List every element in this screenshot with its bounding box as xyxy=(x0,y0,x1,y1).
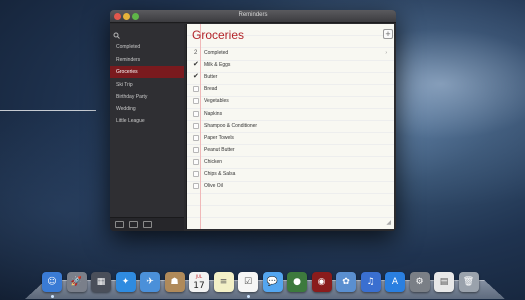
sidebar: Completed Reminders Groceries Ski Trip B… xyxy=(110,24,184,231)
system-preferences-icon[interactable]: ⚙ xyxy=(409,272,430,292)
list-item[interactable]: Peanut Butter xyxy=(187,144,395,156)
checkbox[interactable] xyxy=(193,171,199,177)
checkbox[interactable] xyxy=(193,159,199,165)
list-item-label: Butter xyxy=(204,74,218,80)
view-toggle-icon[interactable] xyxy=(129,221,138,228)
calendar-icon-day: 17 xyxy=(193,281,205,291)
checkmark-icon[interactable]: ✔ xyxy=(193,61,199,68)
reminders-window: Reminders Completed Reminders Groceries … xyxy=(110,10,396,231)
list-item-label: Chicken xyxy=(204,159,223,165)
list-item[interactable]: ✔ Milk & Eggs xyxy=(187,59,395,71)
sidebar-item-reminders[interactable]: Reminders xyxy=(110,54,184,66)
checkbox[interactable] xyxy=(193,86,199,92)
add-list-icon[interactable] xyxy=(143,221,152,228)
trash-icon[interactable]: 🗑 xyxy=(458,272,479,292)
sidebar-bottom-bar xyxy=(110,217,184,231)
list-item-label: Paper Towels xyxy=(204,135,234,141)
sidebar-item-birthday-party[interactable]: Birthday Party xyxy=(110,91,184,103)
chevron-right-icon: › xyxy=(385,50,387,56)
list-item[interactable]: ✔ Butter xyxy=(187,71,395,83)
messages-icon[interactable]: 💬 xyxy=(262,272,283,292)
contacts-icon[interactable]: ☗ xyxy=(164,272,185,292)
list-item-label: Peanut Butter xyxy=(204,147,235,153)
app-store-icon[interactable]: A xyxy=(385,272,405,292)
sidebar-item-groceries[interactable]: Groceries xyxy=(110,66,184,78)
sidebar-item-wedding[interactable]: Wedding xyxy=(110,103,184,115)
finder-icon[interactable]: ☺ xyxy=(42,272,62,292)
sidebar-item-little-league[interactable]: Little League xyxy=(110,115,184,127)
list-item-label: Olive Oil xyxy=(204,183,223,189)
list-item[interactable]: Chicken xyxy=(187,156,395,168)
documents-stack-icon[interactable]: ▤ xyxy=(434,272,454,292)
checkbox[interactable] xyxy=(193,111,199,117)
list-item-label: Napkins xyxy=(204,111,223,117)
photo-booth-icon[interactable]: ◉ xyxy=(311,272,332,292)
list-item[interactable]: Chips & Salsa xyxy=(187,168,395,180)
calendar-icon-month: JUL xyxy=(195,274,203,279)
resize-handle-icon[interactable]: ◢ xyxy=(386,219,391,226)
checkbox[interactable] xyxy=(193,183,199,189)
reminder-list-panel: Groceries + 2 Completed › ✔ Milk & Eggs … xyxy=(186,24,394,229)
completed-count: 2 xyxy=(194,50,198,56)
itunes-icon[interactable]: ♫ xyxy=(360,272,381,292)
list-item[interactable]: Vegetables xyxy=(187,95,395,107)
list-item-label: Bread xyxy=(204,86,218,92)
safari-icon[interactable]: ✦ xyxy=(115,272,136,292)
checkbox[interactable] xyxy=(193,98,199,104)
mission-control-icon[interactable]: ▦ xyxy=(91,272,111,292)
running-indicator xyxy=(50,295,54,298)
list-title: Groceries xyxy=(192,28,245,42)
checkbox[interactable] xyxy=(193,147,199,153)
list-item-label: Chips & Salsa xyxy=(204,171,236,177)
list-item[interactable]: Paper Towels xyxy=(187,132,395,144)
list-item[interactable]: Olive Oil xyxy=(187,180,395,192)
title-bar[interactable]: Reminders xyxy=(110,10,396,23)
list-item[interactable]: Napkins xyxy=(187,108,395,120)
calendar-toggle-icon[interactable] xyxy=(115,221,124,228)
facetime-icon[interactable]: ● xyxy=(287,272,307,292)
list-item[interactable]: Bread xyxy=(187,83,395,95)
checkbox[interactable] xyxy=(193,123,199,129)
mail-icon[interactable]: ✈ xyxy=(140,272,160,292)
calendar-icon[interactable]: JUL 17 xyxy=(189,272,209,292)
checkmark-icon[interactable]: ✔ xyxy=(193,73,199,80)
list-item-label: Milk & Eggs xyxy=(204,62,231,68)
reminders-icon[interactable]: ☑ xyxy=(238,272,258,292)
completed-row[interactable]: 2 Completed › xyxy=(187,47,395,59)
window-title: Reminders xyxy=(238,12,268,18)
notes-icon[interactable]: ≡ xyxy=(213,272,234,292)
completed-label: Completed xyxy=(204,50,229,56)
iphoto-icon[interactable]: ✿ xyxy=(336,272,356,292)
sidebar-item-ski-trip[interactable]: Ski Trip xyxy=(110,79,184,91)
desktop-guide-line xyxy=(0,110,96,111)
checkbox[interactable] xyxy=(193,135,199,141)
launchpad-icon[interactable]: 🚀 xyxy=(66,272,87,292)
list-item[interactable]: Shampoo & Conditioner xyxy=(187,120,395,132)
running-indicator xyxy=(246,295,250,298)
sidebar-item-completed[interactable]: Completed xyxy=(110,41,184,53)
list-item-label: Shampoo & Conditioner xyxy=(204,123,258,129)
search-icon[interactable] xyxy=(113,32,122,41)
list-item-label: Vegetables xyxy=(204,98,229,104)
add-reminder-button[interactable]: + xyxy=(383,29,393,39)
